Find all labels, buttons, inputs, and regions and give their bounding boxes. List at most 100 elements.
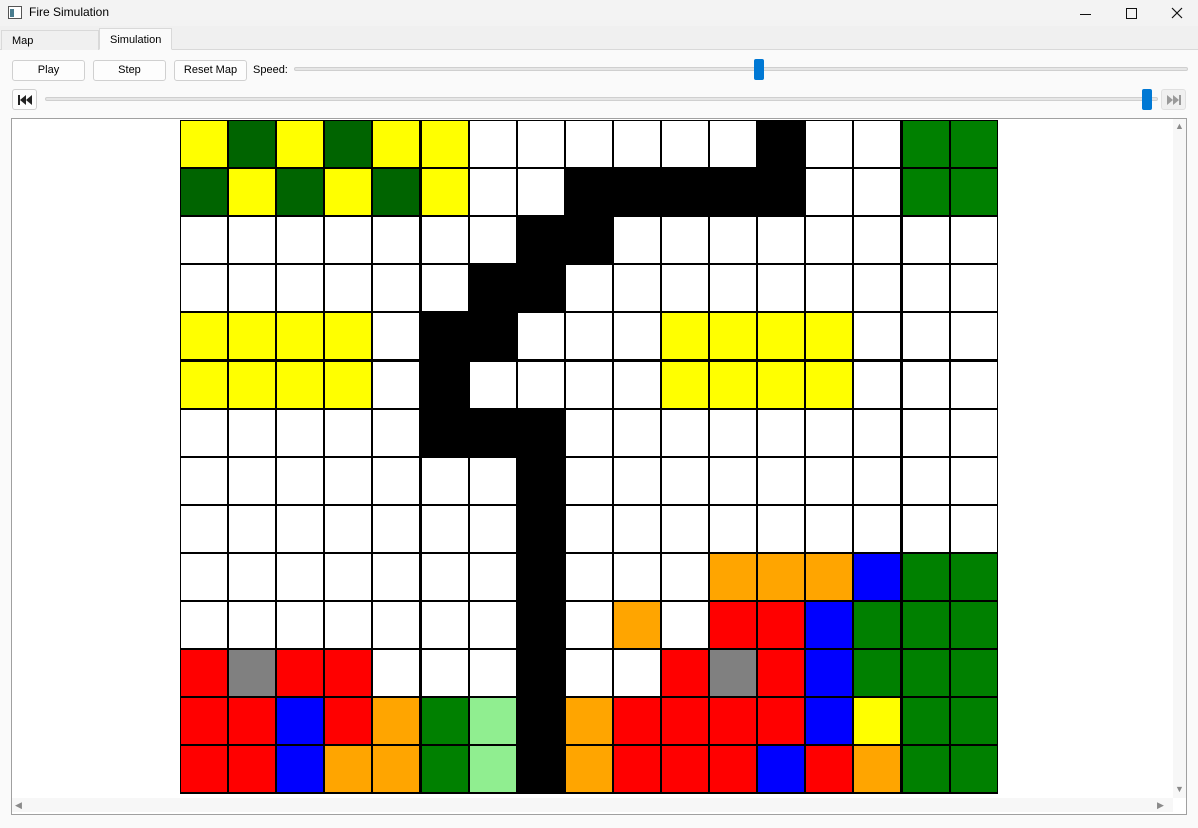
- map-cell[interactable]: [853, 457, 901, 505]
- map-cell[interactable]: [613, 409, 661, 457]
- map-cell[interactable]: [421, 120, 469, 168]
- map-cell[interactable]: [565, 216, 613, 264]
- map-cell[interactable]: [709, 505, 757, 553]
- step-button[interactable]: Step: [93, 60, 166, 81]
- map-cell[interactable]: [805, 120, 853, 168]
- map-cell[interactable]: [372, 264, 420, 312]
- map-cell[interactable]: [902, 697, 950, 745]
- map-cell[interactable]: [661, 168, 709, 216]
- map-cell[interactable]: [469, 601, 517, 649]
- map-cell[interactable]: [469, 745, 517, 793]
- map-cell[interactable]: [709, 649, 757, 697]
- map-cell[interactable]: [613, 457, 661, 505]
- map-cell[interactable]: [469, 216, 517, 264]
- map-cell[interactable]: [709, 745, 757, 793]
- map-cell[interactable]: [565, 457, 613, 505]
- map-cell[interactable]: [805, 264, 853, 312]
- map-cell[interactable]: [372, 697, 420, 745]
- map-cell[interactable]: [372, 409, 420, 457]
- map-cell[interactable]: [421, 697, 469, 745]
- map-cell[interactable]: [324, 312, 372, 360]
- map-cell[interactable]: [517, 264, 565, 312]
- map-cell[interactable]: [372, 601, 420, 649]
- map-cell[interactable]: [421, 745, 469, 793]
- map-cell[interactable]: [180, 168, 228, 216]
- map-cell[interactable]: [276, 312, 324, 360]
- map-cell[interactable]: [709, 553, 757, 601]
- map-cell[interactable]: [709, 361, 757, 409]
- map-cell[interactable]: [565, 264, 613, 312]
- map-cell[interactable]: [324, 697, 372, 745]
- map-cell[interactable]: [902, 745, 950, 793]
- map-cell[interactable]: [324, 264, 372, 312]
- map-cell[interactable]: [709, 697, 757, 745]
- map-cell[interactable]: [565, 120, 613, 168]
- map-cell[interactable]: [902, 457, 950, 505]
- map-cell[interactable]: [517, 649, 565, 697]
- map-cell[interactable]: [469, 264, 517, 312]
- map-cell[interactable]: [276, 216, 324, 264]
- map-cell[interactable]: [902, 553, 950, 601]
- map-cell[interactable]: [950, 505, 998, 553]
- map-cell[interactable]: [228, 264, 276, 312]
- map-cell[interactable]: [613, 120, 661, 168]
- map-cell[interactable]: [372, 216, 420, 264]
- map-cell[interactable]: [517, 216, 565, 264]
- map-cell[interactable]: [276, 601, 324, 649]
- map-cell[interactable]: [228, 697, 276, 745]
- map-cell[interactable]: [517, 312, 565, 360]
- scroll-up-icon[interactable]: ▲: [1175, 122, 1184, 131]
- map-cell[interactable]: [565, 649, 613, 697]
- map-cell[interactable]: [805, 409, 853, 457]
- map-cell[interactable]: [853, 745, 901, 793]
- map-cell[interactable]: [421, 505, 469, 553]
- map-cell[interactable]: [757, 553, 805, 601]
- map-cell[interactable]: [276, 457, 324, 505]
- map-cell[interactable]: [757, 361, 805, 409]
- timeline-slider-handle[interactable]: [1142, 89, 1152, 110]
- map-cell[interactable]: [613, 312, 661, 360]
- map-cell[interactable]: [324, 457, 372, 505]
- map-cell[interactable]: [180, 601, 228, 649]
- minimize-button[interactable]: [1062, 0, 1108, 26]
- map-cell[interactable]: [902, 649, 950, 697]
- map-cell[interactable]: [228, 361, 276, 409]
- map-cell[interactable]: [757, 697, 805, 745]
- map-cell[interactable]: [661, 649, 709, 697]
- tab-simulation[interactable]: Simulation: [99, 28, 172, 50]
- map-cell[interactable]: [421, 649, 469, 697]
- map-cell[interactable]: [950, 457, 998, 505]
- map-cell[interactable]: [853, 168, 901, 216]
- map-cell[interactable]: [853, 312, 901, 360]
- map-cell[interactable]: [180, 264, 228, 312]
- map-cell[interactable]: [613, 553, 661, 601]
- map-cell[interactable]: [853, 505, 901, 553]
- map-cell[interactable]: [805, 745, 853, 793]
- map-cell[interactable]: [228, 505, 276, 553]
- map-cell[interactable]: [228, 312, 276, 360]
- map-cell[interactable]: [228, 457, 276, 505]
- map-cell[interactable]: [372, 505, 420, 553]
- map-cell[interactable]: [421, 168, 469, 216]
- map-cell[interactable]: [565, 409, 613, 457]
- map-cell[interactable]: [372, 312, 420, 360]
- map-cell[interactable]: [276, 409, 324, 457]
- map-cell[interactable]: [228, 649, 276, 697]
- map-cell[interactable]: [757, 601, 805, 649]
- map-cell[interactable]: [372, 745, 420, 793]
- map-cell[interactable]: [805, 457, 853, 505]
- map-cell[interactable]: [902, 264, 950, 312]
- map-cell[interactable]: [372, 120, 420, 168]
- map-cell[interactable]: [902, 601, 950, 649]
- map-cell[interactable]: [950, 649, 998, 697]
- map-cell[interactable]: [950, 601, 998, 649]
- scroll-down-icon[interactable]: ▼: [1175, 785, 1184, 794]
- map-cell[interactable]: [950, 216, 998, 264]
- map-cell[interactable]: [565, 505, 613, 553]
- map-cell[interactable]: [324, 505, 372, 553]
- map-cell[interactable]: [950, 553, 998, 601]
- map-cell[interactable]: [180, 457, 228, 505]
- map-cell[interactable]: [372, 361, 420, 409]
- map-cell[interactable]: [421, 409, 469, 457]
- map-cell[interactable]: [661, 697, 709, 745]
